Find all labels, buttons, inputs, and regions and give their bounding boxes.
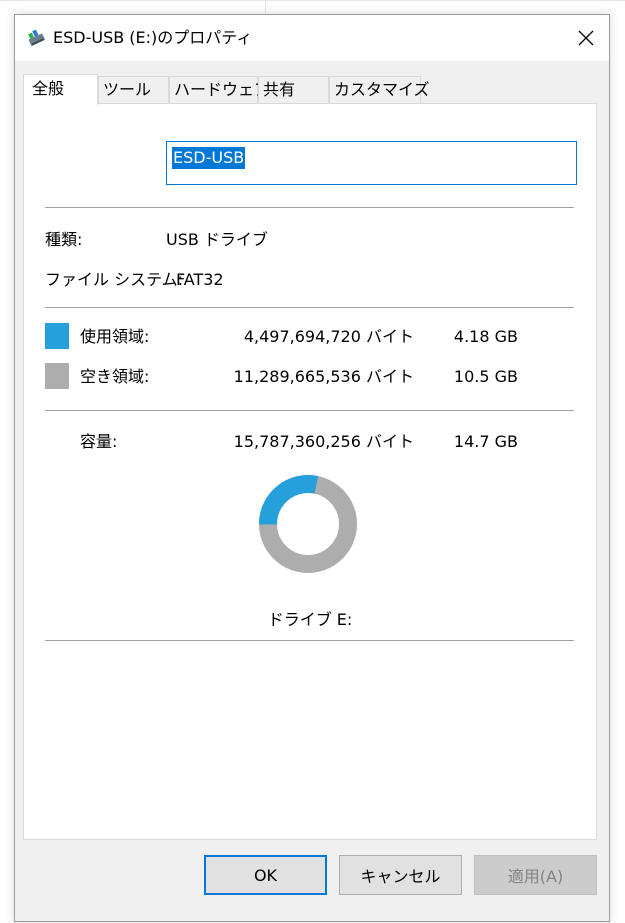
donut-used-segment [259, 475, 319, 525]
drive-label: ドライブ E: [267, 610, 353, 629]
volume-name-input[interactable]: ESD-USB [166, 141, 577, 185]
cancel-button[interactable]: キャンセル [339, 855, 462, 895]
apply-button[interactable]: 適用(A) [474, 855, 597, 895]
separator [45, 640, 574, 641]
type-label: 種類: [45, 230, 83, 249]
close-icon [578, 30, 594, 46]
used-space-size: 4.18 GB [453, 327, 518, 346]
used-space-swatch [45, 323, 69, 349]
ok-button[interactable]: OK [204, 855, 327, 895]
close-button[interactable] [563, 15, 609, 61]
window-title: ESD-USB (E:)のプロパティ [53, 28, 253, 47]
general-tab-panel: ESD-USB 種類: USB ドライブ ファイル システム: FAT32 使用… [23, 103, 597, 840]
tab-tools[interactable]: ツール [98, 76, 169, 104]
tab-hardware[interactable]: ハードウェア [169, 76, 270, 104]
separator [45, 410, 574, 411]
filesystem-label: ファイル システム: [45, 270, 183, 289]
tab-general[interactable]: 全般 [23, 74, 98, 105]
capacity-size: 14.7 GB [453, 432, 518, 451]
volume-name-text: ESD-USB [172, 147, 246, 169]
free-space-label: 空き領域: [80, 367, 150, 386]
properties-dialog: ESD-USB (E:)のプロパティ 全般 ツール ハードウェア 共有 カスタマ… [14, 14, 610, 922]
free-space-size: 10.5 GB [453, 367, 518, 386]
usb-drive-icon [28, 29, 46, 47]
usage-donut-chart [259, 475, 357, 573]
type-value: USB ドライブ [166, 230, 268, 249]
used-space-label: 使用領域: [80, 327, 150, 346]
free-space-bytes: 11,289,665,536 バイト [233, 367, 414, 386]
tab-sharing[interactable]: 共有 [258, 76, 329, 104]
capacity-label: 容量: [80, 432, 118, 451]
used-space-bytes: 4,497,694,720 バイト [243, 327, 414, 346]
tab-customize[interactable]: カスタマイズ [329, 76, 430, 104]
capacity-bytes: 15,787,360,256 バイト [233, 432, 414, 451]
separator [45, 307, 574, 308]
filesystem-value: FAT32 [176, 270, 224, 289]
title-bar[interactable]: ESD-USB (E:)のプロパティ [15, 15, 609, 61]
separator [45, 207, 574, 208]
free-space-swatch [45, 363, 69, 389]
